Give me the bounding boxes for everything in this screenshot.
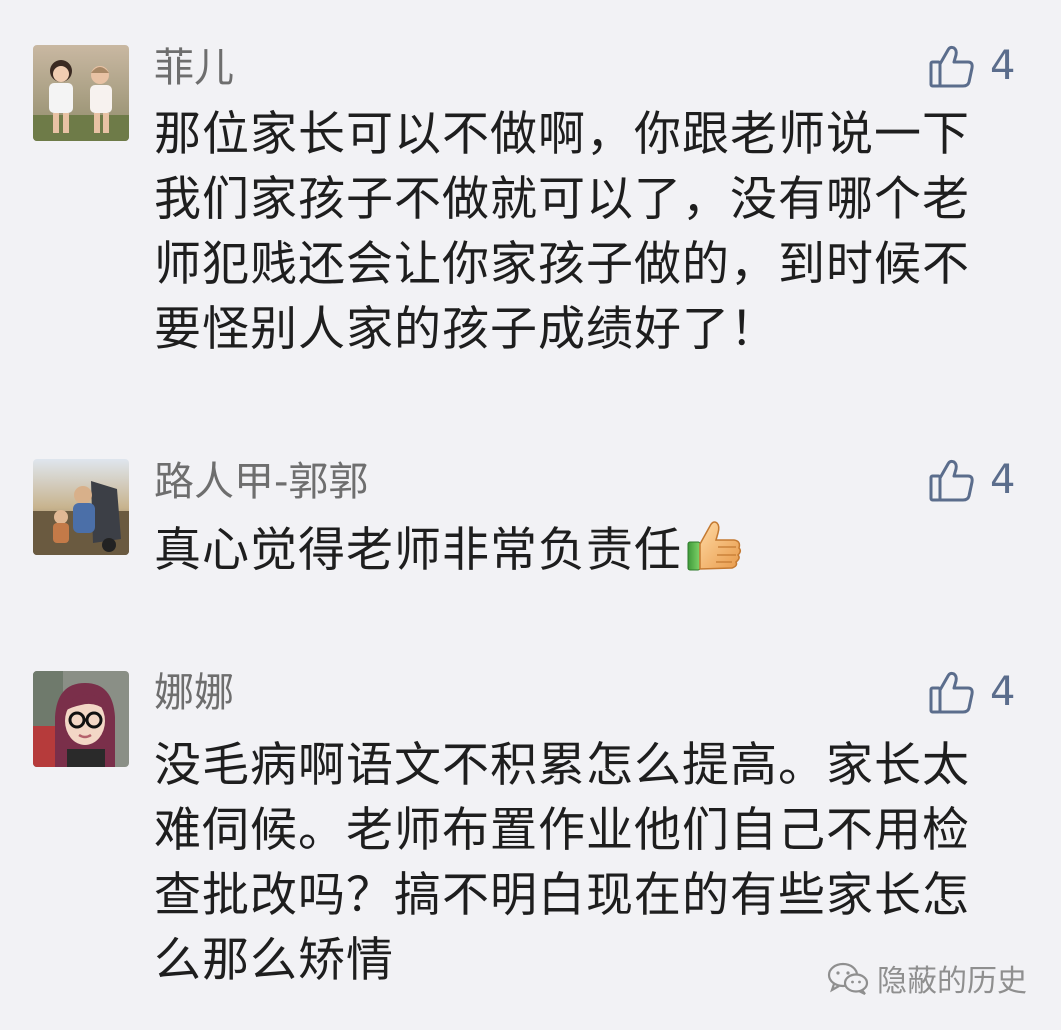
like-count: 4 [990, 457, 1016, 503]
like-button[interactable]: 4 [928, 664, 1015, 720]
avatar[interactable] [33, 45, 129, 141]
thumbs-up-outline-icon [928, 668, 976, 716]
comment-username[interactable]: 菲儿 [154, 44, 234, 92]
comment-text: 没毛病啊语文不积累怎么提高。家长太难伺候。老师布置作业他们自己不用检查批改吗？搞… [154, 738, 970, 988]
wechat-icon [827, 961, 877, 995]
avatar[interactable] [33, 459, 129, 555]
like-button[interactable]: 4 [928, 452, 1015, 508]
thumbs-up-outline-icon [928, 42, 976, 90]
thumbs-up-outline-icon [928, 456, 976, 504]
watermark-text: 隐蔽的历史 [877, 964, 1027, 999]
like-button[interactable]: 4 [928, 38, 1015, 94]
source-watermark: 隐蔽的历史 [827, 956, 1027, 1000]
thumbs-up-emoji-icon [686, 516, 744, 591]
comment-text-content: 真心觉得老师非常负责任 [154, 523, 682, 578]
avatar[interactable] [33, 671, 129, 767]
comment-text: 那位家长可以不做啊，你跟老师说一下我们家孩子不做就可以了，没有哪个老师犯贱还会让… [154, 107, 970, 357]
comment-username[interactable]: 路人甲-郭郭 [154, 458, 368, 506]
like-count: 4 [990, 669, 1016, 715]
like-count: 4 [990, 43, 1016, 89]
comment-username[interactable]: 娜娜 [154, 669, 234, 717]
comment-text: 真心觉得老师非常负责任 [154, 516, 1004, 591]
